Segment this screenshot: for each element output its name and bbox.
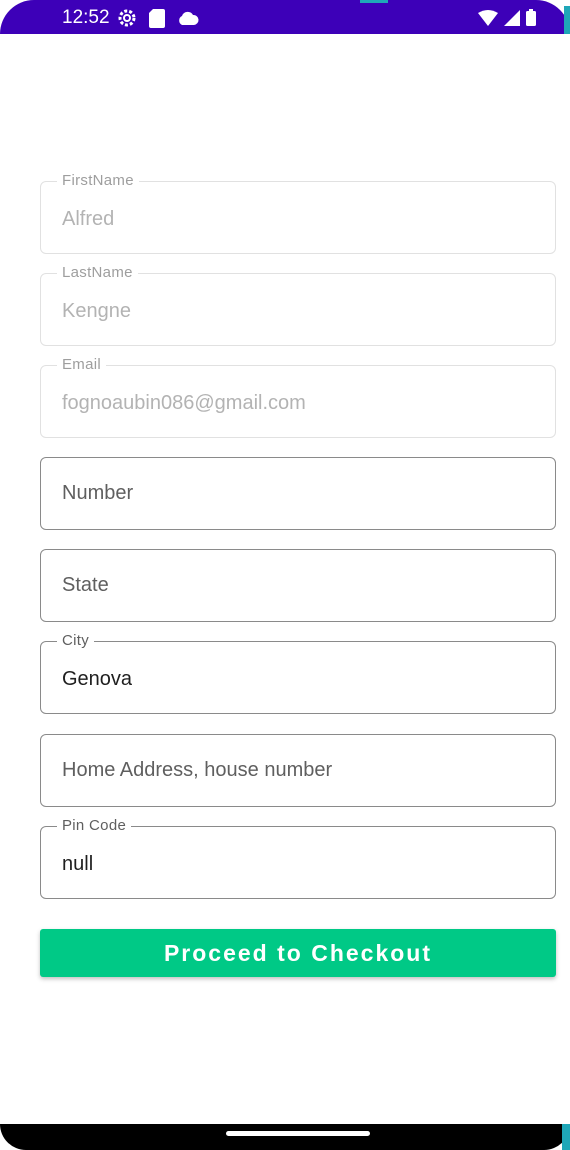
number-field[interactable]: Number [40,457,556,530]
pin-code-label: Pin Code [57,817,132,835]
home-address-field[interactable]: Home Address, house number [40,734,556,807]
home-gesture-handle[interactable] [226,1131,370,1136]
city-field[interactable]: City Genova [40,632,556,714]
nav-accent [562,1124,570,1150]
signal-icon [504,9,520,26]
sd-card-icon [149,8,165,28]
last-name-value: Kengne [62,300,131,322]
status-left-icons [117,8,199,28]
wifi-icon [478,9,498,26]
checkout-screen: 12:52 FirstName Alfred LastName Kengne E… [0,0,570,1150]
state-placeholder: State [62,574,109,596]
email-field: Email fognoaubin086@gmail.com [40,356,556,438]
first-name-label: FirstName [57,172,139,190]
first-name-value: Alfred [62,208,115,230]
pin-code-value: null [62,853,94,875]
status-bar: 12:52 [0,0,570,34]
status-right-icons [478,9,536,26]
battery-icon [526,9,536,26]
number-placeholder: Number [62,482,134,504]
cloud-icon [179,11,199,25]
first-name-field: FirstName Alfred [40,172,556,254]
home-address-placeholder: Home Address, house number [62,759,333,781]
city-value: Genova [62,668,133,690]
settings-icon [118,9,136,27]
state-field[interactable]: State [40,549,556,622]
pin-code-field[interactable]: Pin Code null [40,817,556,899]
email-label: Email [57,356,107,374]
status-time: 12:52 [62,7,110,28]
status-accent [360,0,388,3]
navigation-bar [0,1124,570,1150]
proceed-to-checkout-button[interactable]: Proceed to Checkout [40,929,556,977]
last-name-field: LastName Kengne [40,264,556,346]
email-value: fognoaubin086@gmail.com [62,392,306,414]
city-label: City [57,632,95,650]
last-name-label: LastName [57,264,138,282]
status-accent [564,6,570,34]
